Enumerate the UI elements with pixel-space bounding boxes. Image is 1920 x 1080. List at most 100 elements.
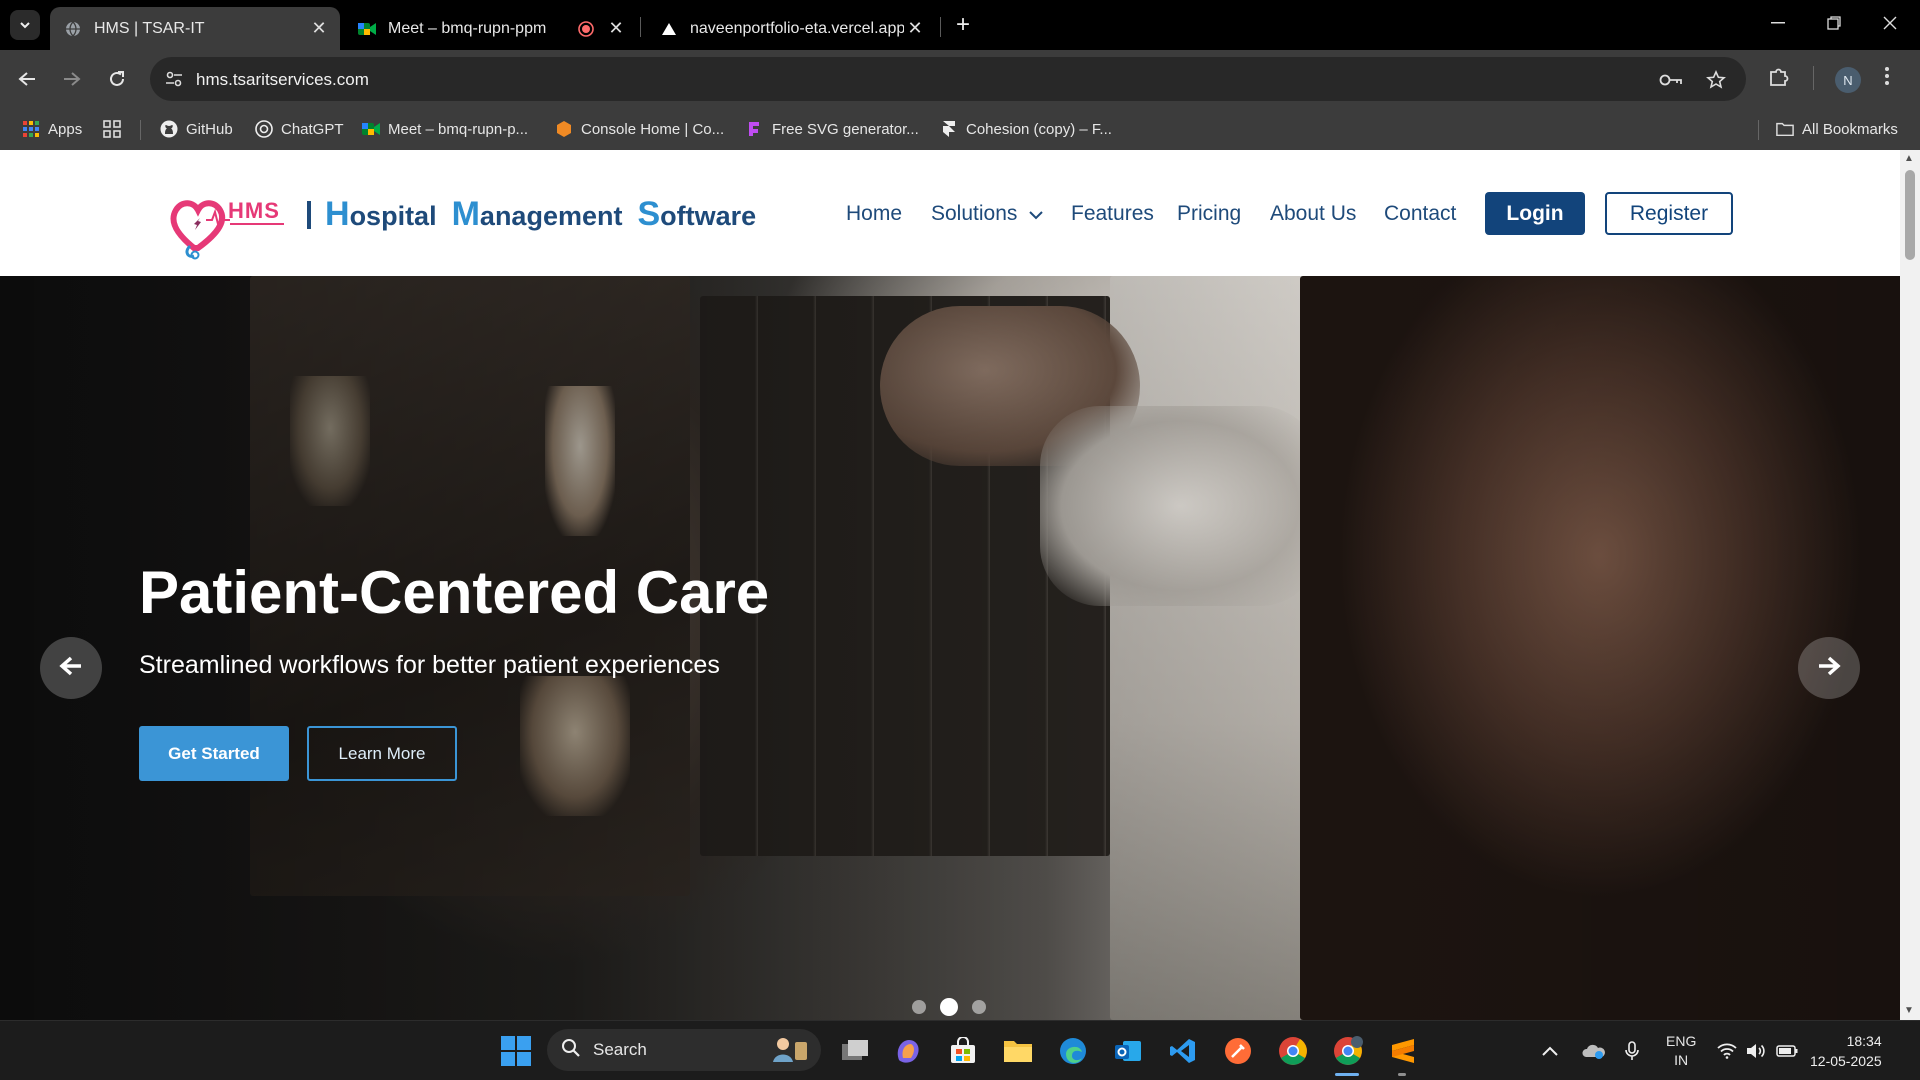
bookmark-separator (1758, 120, 1759, 140)
hero-overlay (0, 276, 1900, 1020)
extensions-puzzle-icon[interactable] (1768, 66, 1790, 93)
kebab-menu-icon[interactable] (1884, 64, 1890, 93)
outlook-icon[interactable] (1110, 1033, 1146, 1069)
tab-portfolio[interactable]: naveenportfolio-eta.vercel.app ✕ (646, 7, 936, 50)
show-hidden-icons-chevron-up-icon[interactable] (1542, 1021, 1558, 1080)
bookmark-cohesion[interactable]: Cohesion (copy) – F... (940, 118, 1112, 140)
chrome-icon[interactable] (1275, 1033, 1311, 1069)
browser-toolbar: hms.tsaritservices.com (0, 50, 1920, 108)
reload-icon[interactable] (102, 64, 132, 94)
postman-icon[interactable] (1220, 1033, 1256, 1069)
meet-icon (362, 120, 380, 138)
clock-time: 18:34 (1846, 1033, 1882, 1049)
page-scrollbar[interactable]: ▲ ▼ (1900, 150, 1920, 1020)
bookmark-chatgpt[interactable]: ChatGPT (255, 118, 344, 140)
forward-arrow-icon[interactable] (57, 64, 87, 94)
chrome-profile-icon[interactable] (1330, 1033, 1366, 1069)
edge-icon[interactable] (1055, 1033, 1091, 1069)
bookmark-label: GitHub (186, 120, 233, 138)
tab-title: HMS | TSAR-IT (94, 19, 205, 37)
brand-name: Hospital Management Software (325, 195, 757, 233)
nav-features[interactable]: Features (1071, 202, 1154, 226)
close-icon[interactable]: ✕ (904, 18, 926, 40)
minimize-icon[interactable] (1750, 0, 1806, 46)
logo-text: HMS (228, 198, 280, 223)
copilot-icon[interactable] (890, 1033, 926, 1069)
close-icon[interactable]: ✕ (606, 18, 626, 40)
active-app-indicator (1335, 1073, 1359, 1076)
learn-more-button[interactable]: Learn More (307, 726, 457, 781)
store-icon[interactable] (945, 1033, 981, 1069)
hero-subtitle: Streamlined workflows for better patient… (139, 651, 720, 679)
address-bar[interactable]: hms.tsaritservices.com (150, 57, 1746, 101)
bookmark-label: Meet – bmq-rupn-p... (388, 120, 529, 138)
bookmark-svg-generator[interactable]: Free SVG generator... (746, 118, 919, 140)
bookmark-aws-console[interactable]: Console Home | Co... (555, 118, 724, 140)
recording-icon (578, 20, 594, 38)
bookmark-github[interactable]: GitHub (160, 118, 233, 140)
bookmark-tiles[interactable] (103, 118, 129, 140)
tab-hms[interactable]: HMS | TSAR-IT ✕ (50, 7, 340, 50)
site-info-icon[interactable] (164, 69, 184, 94)
bookmark-separator (140, 120, 141, 140)
nav-contact[interactable]: Contact (1384, 202, 1456, 226)
bookmark-star-icon[interactable] (1703, 67, 1729, 93)
bookmark-meet[interactable]: Meet – bmq-rupn-p... (362, 118, 528, 140)
svg-icon (746, 120, 764, 138)
file-explorer-icon[interactable] (1000, 1033, 1036, 1069)
new-tab-plus-icon[interactable]: + (950, 11, 976, 38)
taskbar-search[interactable]: Search (547, 1029, 821, 1071)
tab-meet[interactable]: Meet – bmq-rupn-ppm (344, 7, 564, 50)
carousel-dot[interactable] (972, 1000, 986, 1014)
onedrive-icon[interactable] (1582, 1021, 1606, 1080)
password-key-icon[interactable] (1658, 67, 1684, 93)
tab-separator (940, 17, 941, 37)
bookmarks-bar: Apps GitHub ChatGPT Meet – bmq-rupn-p...… (0, 108, 1920, 150)
get-started-button[interactable]: Get Started (139, 726, 289, 781)
all-bookmarks[interactable]: All Bookmarks (1776, 118, 1898, 140)
nav-about-us[interactable]: About Us (1270, 202, 1356, 226)
window-close-icon[interactable] (1862, 0, 1918, 46)
scroll-up-icon[interactable]: ▲ (1904, 153, 1914, 164)
back-arrow-icon[interactable] (12, 64, 42, 94)
login-button[interactable]: Login (1485, 192, 1585, 235)
carousel-dot-active[interactable] (940, 998, 958, 1016)
chevron-down-icon (20, 22, 30, 29)
close-icon[interactable]: ✕ (308, 18, 330, 40)
sublime-icon[interactable] (1385, 1033, 1421, 1069)
volume-icon[interactable] (1746, 1021, 1766, 1080)
nav-solutions[interactable]: Solutions (931, 202, 1043, 226)
carousel-prev-button[interactable] (40, 637, 102, 699)
start-icon[interactable] (498, 1033, 534, 1069)
wifi-icon[interactable] (1717, 1021, 1737, 1080)
tab-recording[interactable]: ✕ (564, 7, 636, 50)
carousel-next-button[interactable] (1798, 637, 1860, 699)
tiles-icon (103, 120, 121, 138)
site-header: HMS Hospital Management Software Home So… (0, 150, 1900, 276)
restore-icon[interactable] (1806, 0, 1862, 46)
nav-pricing[interactable]: Pricing (1177, 202, 1241, 226)
arrow-left-icon (59, 655, 83, 682)
running-app-indicator (1398, 1073, 1406, 1076)
carousel-dot[interactable] (912, 1000, 926, 1014)
bookmark-label: Free SVG generator... (772, 120, 919, 138)
profile-avatar[interactable]: N (1835, 67, 1861, 93)
system-clock[interactable]: 18:34 12-05-2025 (1810, 1031, 1882, 1071)
search-icon (561, 1038, 581, 1063)
tab-search-button[interactable] (10, 10, 40, 40)
vscode-icon[interactable] (1165, 1033, 1201, 1069)
scroll-down-icon[interactable]: ▼ (1904, 1005, 1914, 1016)
battery-icon[interactable] (1776, 1021, 1798, 1080)
scrollbar-thumb[interactable] (1905, 170, 1915, 260)
hms-logo[interactable]: HMS (168, 190, 288, 260)
bookmark-apps[interactable]: Apps (22, 118, 82, 140)
microphone-icon[interactable] (1625, 1021, 1639, 1080)
task-view-icon[interactable] (837, 1033, 873, 1069)
bookmark-label: Apps (48, 120, 83, 138)
register-button[interactable]: Register (1605, 192, 1733, 235)
nav-home[interactable]: Home (846, 202, 902, 226)
nav-solutions-label: Solutions (931, 202, 1018, 225)
clock-date: 12-05-2025 (1810, 1053, 1882, 1069)
language-indicator[interactable]: ENG IN (1666, 1021, 1696, 1080)
url-text[interactable]: hms.tsaritservices.com (196, 70, 369, 90)
